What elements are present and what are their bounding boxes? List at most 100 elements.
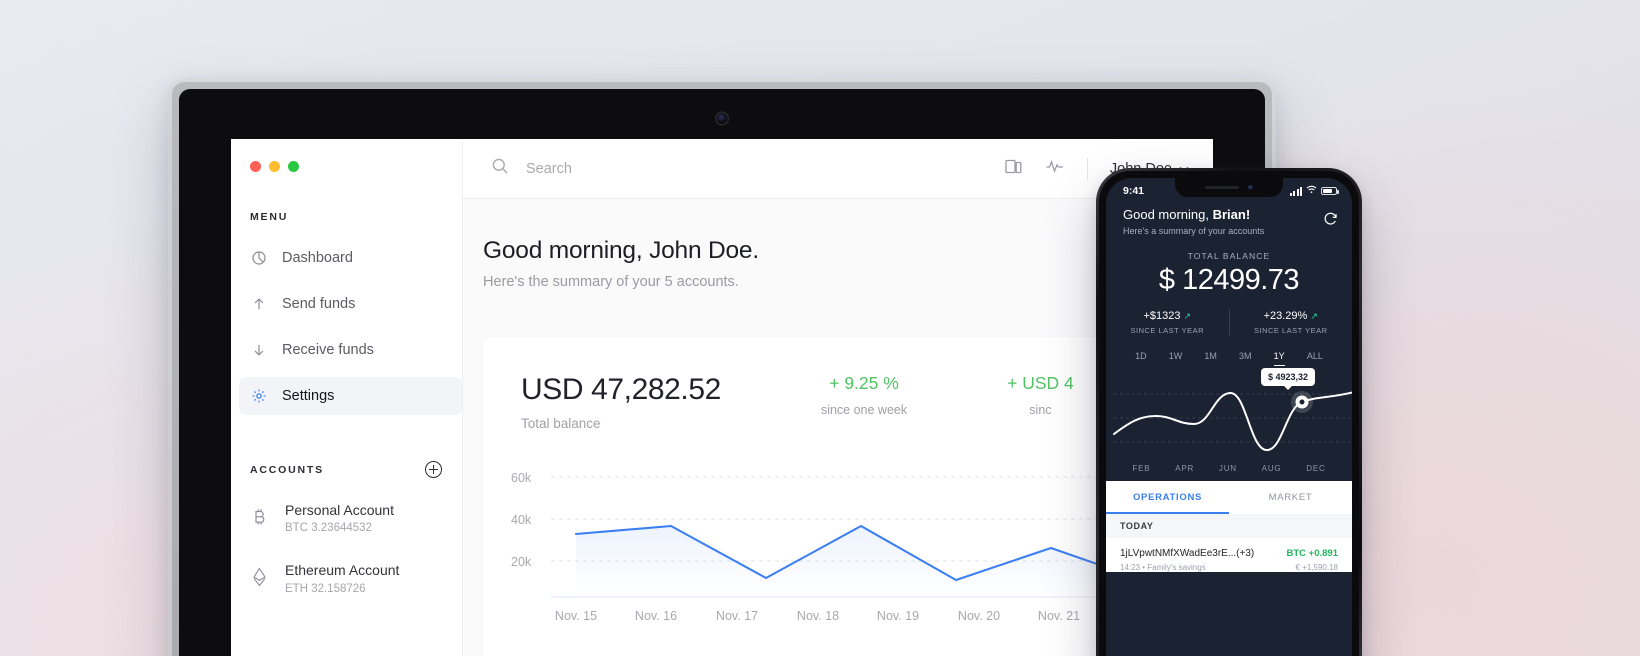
- bitcoin-icon: [250, 506, 269, 528]
- x-tick-label: Nov. 18: [796, 609, 840, 623]
- stat-value: +$1323: [1143, 309, 1181, 322]
- devices-icon[interactable]: [1004, 157, 1023, 181]
- x-tick-label: Nov. 15: [554, 609, 598, 623]
- list-item[interactable]: Personal Account BTC 3.23644532: [250, 500, 462, 534]
- menu-section-label: MENU: [250, 211, 289, 223]
- transactions-date-header: TODAY: [1106, 514, 1352, 538]
- sidebar-item-label: Send funds: [282, 296, 356, 312]
- phone-total-balance-amount: $ 12499.73: [1158, 264, 1300, 296]
- stat-value: + 9.25 %: [829, 373, 899, 393]
- x-tick-label: Nov. 21: [1037, 609, 1081, 623]
- earpiece-speaker-icon: [1204, 185, 1239, 190]
- tab-market[interactable]: MARKET: [1229, 481, 1352, 514]
- signal-bars-icon: [1289, 186, 1302, 196]
- gear-icon: [250, 388, 267, 405]
- ethereum-icon: [250, 566, 269, 588]
- phone-greeting: Good morning, Brian!: [1123, 207, 1264, 222]
- transaction-meta: 14:23 • Family's savings: [1120, 563, 1206, 572]
- search-bar[interactable]: [491, 157, 1004, 180]
- transaction-amount: BTC +0.891: [1286, 548, 1339, 559]
- account-name: Personal Account: [285, 502, 394, 518]
- accounts-section-header: ACCOUNTS: [231, 461, 462, 478]
- maximize-button[interactable]: [288, 161, 299, 172]
- transaction-fiat: € +1,590.18: [1295, 563, 1338, 572]
- plus-circle-icon[interactable]: [425, 461, 442, 478]
- battery-icon: [1321, 187, 1339, 195]
- wifi-icon: [1306, 185, 1317, 197]
- phone-stat-absolute: +$1323 ↗ SINCE LAST YEAR: [1106, 310, 1229, 335]
- activity-pulse-icon[interactable]: [1045, 157, 1065, 181]
- y-tick-label: 60k: [511, 471, 532, 485]
- y-tick-label: 40k: [511, 513, 532, 527]
- desktop-screen: MENU Dashboard Send funds Receive funds …: [231, 139, 1213, 656]
- phone-mockup: 9:41 Good morning, Brian! Here's a summa…: [1096, 168, 1362, 656]
- transaction-address: 1jLVpwtNMfXWadEe3rE...(+3): [1120, 548, 1255, 559]
- phone-line-chart: $ 4923,32: [1106, 368, 1352, 458]
- chart-tooltip: $ 4923,32: [1261, 368, 1316, 386]
- phone-chart-months: FEB APR JUN AUG DEC: [1106, 458, 1352, 481]
- period-1w[interactable]: 1W: [1169, 351, 1183, 366]
- phone-frame: 9:41 Good morning, Brian! Here's a summa…: [1096, 168, 1362, 656]
- arrow-down-icon: [250, 342, 267, 359]
- sidebar-item-label: Settings: [282, 388, 335, 404]
- period-3m[interactable]: 3M: [1239, 351, 1252, 366]
- accounts-section-label: ACCOUNTS: [250, 463, 324, 476]
- month-label: APR: [1175, 464, 1195, 473]
- search-icon: [491, 157, 509, 180]
- period-1m[interactable]: 1M: [1204, 351, 1217, 366]
- phone-chart-line-series: [1113, 391, 1352, 451]
- x-tick-label: Nov. 19: [876, 609, 920, 623]
- page-subtitle: Here's the summary of your 5 accounts.: [483, 274, 739, 290]
- status-time: 9:41: [1123, 185, 1145, 197]
- sidebar-item-send-funds[interactable]: Send funds: [239, 285, 462, 323]
- stat-sub: since one week: [820, 403, 908, 417]
- month-label: AUG: [1261, 464, 1282, 473]
- tab-operations[interactable]: OPERATIONS: [1106, 481, 1229, 514]
- minimize-button[interactable]: [269, 161, 280, 172]
- period-all[interactable]: ALL: [1307, 351, 1323, 366]
- month-label: DEC: [1306, 464, 1326, 473]
- list-item[interactable]: 1jLVpwtNMfXWadEe3rE...(+3) 14:23 • Famil…: [1106, 538, 1352, 572]
- period-1y[interactable]: 1Y: [1273, 351, 1285, 366]
- phone-screen: 9:41 Good morning, Brian! Here's a summa…: [1106, 178, 1352, 656]
- page-title: Good morning, John Doe.: [483, 237, 759, 264]
- toolbar-divider: [1086, 157, 1088, 180]
- stat-absolute-change: + USD 4 sinc: [1007, 373, 1074, 417]
- phone-greeting-subtitle: Here's a summary of your accounts: [1123, 226, 1265, 236]
- phone-total-balance-label: TOTAL BALANCE: [1187, 251, 1271, 261]
- stat-value: +23.29%: [1263, 309, 1308, 322]
- period-1d[interactable]: 1D: [1135, 351, 1147, 366]
- month-label: FEB: [1132, 464, 1151, 473]
- search-input[interactable]: [526, 160, 786, 177]
- phone-stat-percent: +23.29% ↗ SINCE LAST YEAR: [1230, 310, 1353, 335]
- sidebar-item-receive-funds[interactable]: Receive funds: [239, 331, 462, 369]
- webcam-icon: [716, 113, 728, 124]
- month-label: JUN: [1218, 464, 1237, 473]
- account-balance: ETH 32.158726: [285, 582, 366, 595]
- arrow-up-icon: [250, 296, 267, 313]
- sidebar-item-dashboard[interactable]: Dashboard: [239, 239, 462, 277]
- account-name: Ethereum Account: [285, 562, 400, 579]
- total-balance-amount: USD 47,282.52: [521, 373, 721, 406]
- stat-sub: SINCE LAST YEAR: [1254, 325, 1328, 335]
- accounts-list: Personal Account BTC 3.23644532 Ethereum…: [231, 500, 462, 595]
- close-button[interactable]: [250, 161, 261, 172]
- x-tick-label: Nov. 17: [715, 609, 759, 623]
- account-balance: BTC 3.23644532: [285, 522, 372, 535]
- stat-sub: sinc: [1029, 403, 1052, 417]
- sidebar-item-settings[interactable]: Settings: [239, 377, 462, 415]
- phone-tabs: OPERATIONS MARKET: [1106, 481, 1352, 514]
- greeting-name: Brian!: [1212, 207, 1251, 222]
- phone-period-selector: 1D 1W 1M 3M 1Y ALL: [1106, 351, 1352, 366]
- greeting-prefix: Good morning,: [1123, 207, 1213, 222]
- window-traffic-lights: [231, 139, 462, 172]
- y-tick-label: 20k: [511, 555, 532, 569]
- phone-chart-plot: [1113, 391, 1352, 451]
- stat-value: + USD 4: [1007, 373, 1074, 393]
- sidebar-item-label: Receive funds: [282, 342, 374, 358]
- sidebar-nav: Dashboard Send funds Receive funds Setti…: [231, 239, 462, 415]
- refresh-icon[interactable]: [1323, 211, 1338, 231]
- phone-stats: +$1323 ↗ SINCE LAST YEAR +23.29% ↗ SINCE…: [1106, 309, 1352, 335]
- list-item[interactable]: Ethereum Account ETH 32.158726: [250, 560, 462, 595]
- phone-frame-inner: 9:41 Good morning, Brian! Here's a summa…: [1099, 171, 1359, 656]
